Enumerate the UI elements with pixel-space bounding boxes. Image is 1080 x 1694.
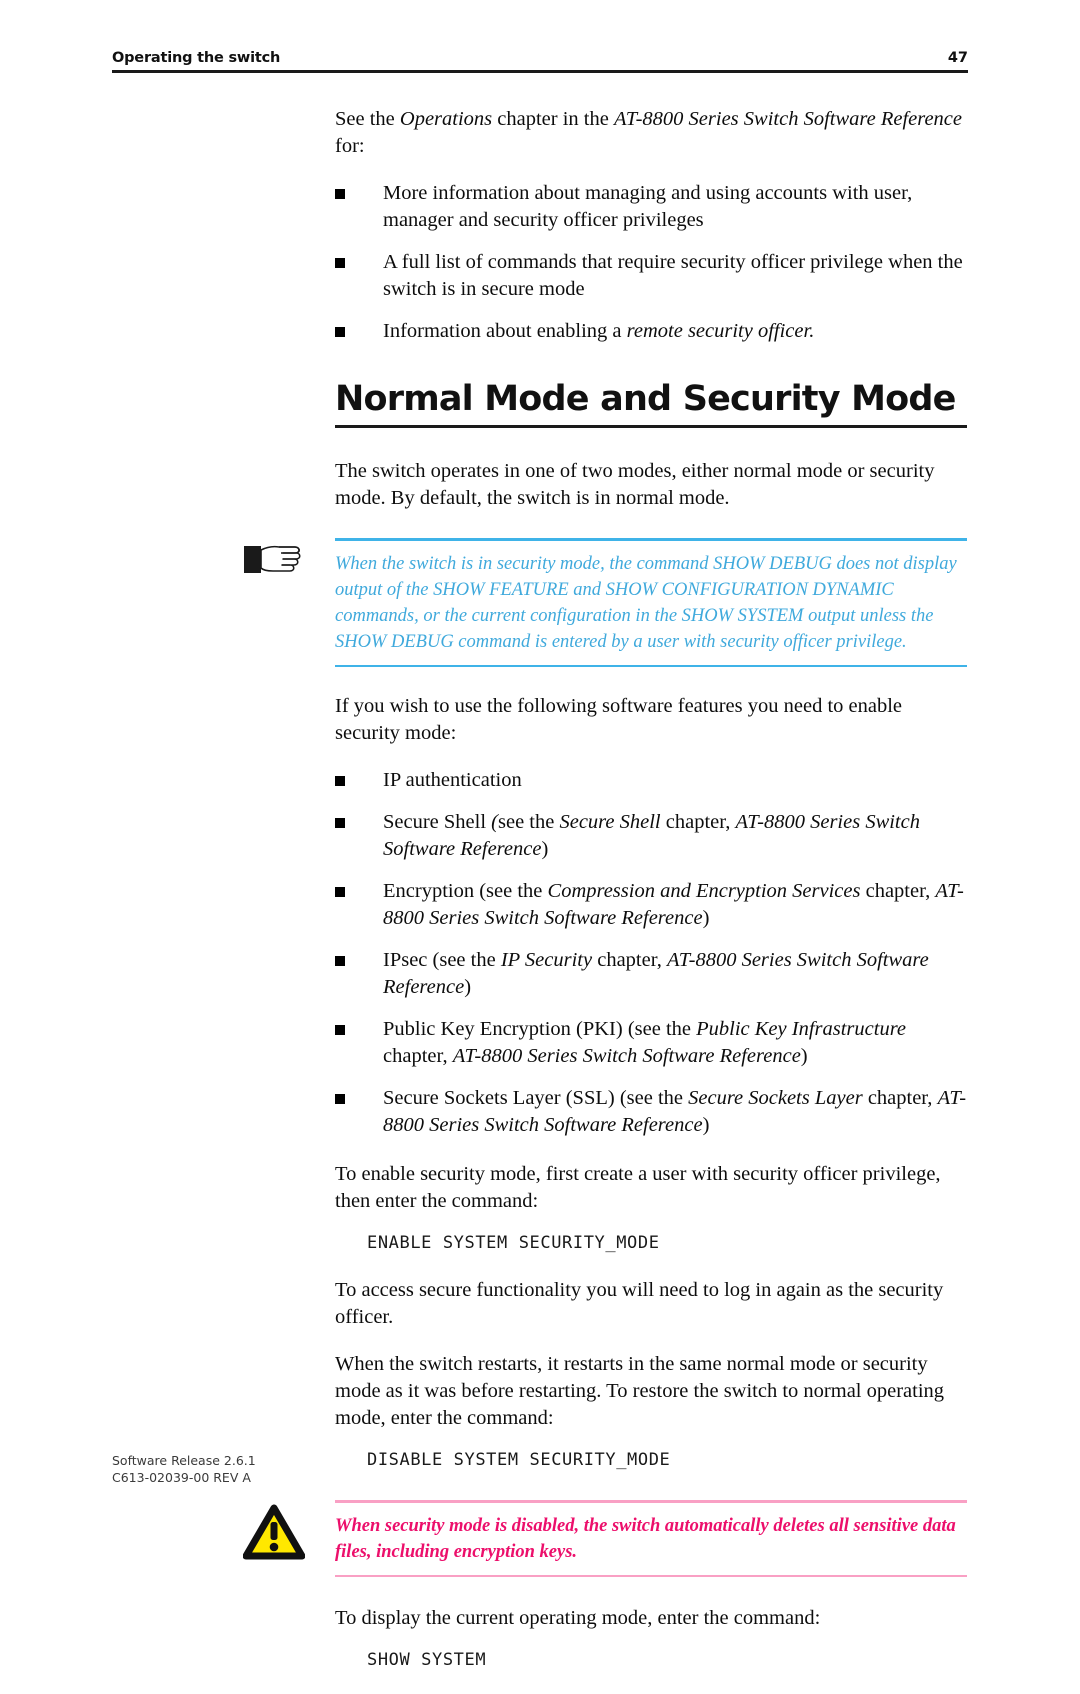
note-rule-bottom <box>335 664 967 667</box>
running-header: Operating the switch 47 <box>112 50 968 73</box>
list-item-text: Public Key Encryption (PKI) (see the Pub… <box>383 1018 907 1067</box>
list-item: IP authentication <box>335 767 967 794</box>
list-item: Secure Sockets Layer (SSL) (see the Secu… <box>335 1085 967 1139</box>
footer-release: Software Release 2.6.1 <box>112 1453 256 1468</box>
square-bullet-icon <box>335 1025 345 1035</box>
list-item-text: IP authentication <box>383 769 522 791</box>
list-item-text: Secure Shell (see the Secure Shell chapt… <box>383 811 920 860</box>
section-heading-block: Normal Mode and Security Mode <box>335 379 967 428</box>
square-bullet-icon <box>335 956 345 966</box>
square-bullet-icon <box>335 887 345 897</box>
features-bullet-list: IP authentication Secure Shell (see the … <box>335 767 967 1139</box>
intro-bullet-list: More information about managing and usin… <box>335 180 967 345</box>
display-paragraph: To display the current operating mode, e… <box>335 1607 821 1629</box>
list-item-text: Encryption (see the Compression and Encr… <box>383 880 964 929</box>
enable-paragraph: To enable security mode, first create a … <box>335 1163 941 1212</box>
enable-after-paragraph: To access secure functionality you will … <box>335 1279 944 1328</box>
page-title: Normal Mode and Security Mode <box>335 379 956 419</box>
list-item-text: Information about enabling a remote secu… <box>383 320 815 342</box>
list-item: IPsec (see the IP Security chapter, AT-8… <box>335 947 967 1001</box>
list-item: Information about enabling a remote secu… <box>335 318 967 345</box>
enable-command-text: ENABLE SYSTEM SECURITY_MODE <box>367 1233 660 1253</box>
warning-triangle-icon <box>242 1504 306 1565</box>
square-bullet-icon <box>335 189 345 199</box>
intro-lead-paragraph: See the Operations chapter in the AT-880… <box>335 108 963 157</box>
footer-doc-id: C613-02039-00 REV A <box>112 1470 251 1485</box>
heading-rule <box>335 425 967 428</box>
list-item: A full list of commands that require sec… <box>335 249 967 303</box>
list-item: More information about managing and usin… <box>335 180 967 234</box>
square-bullet-icon <box>335 258 345 268</box>
list-item-text: A full list of commands that require sec… <box>383 251 963 300</box>
note-body: When the switch is in security mode, the… <box>335 541 967 665</box>
show-system-command-text: SHOW SYSTEM <box>367 1650 487 1670</box>
list-item-text: IPsec (see the IP Security chapter, AT-8… <box>383 949 929 998</box>
list-item-text: Secure Sockets Layer (SSL) (see the Secu… <box>383 1087 967 1136</box>
page-number: 47 <box>947 50 968 66</box>
disable-command-text: DISABLE SYSTEM SECURITY_MODE <box>367 1450 671 1470</box>
content-column: See the Operations chapter in the AT-880… <box>242 106 967 1694</box>
warning-admonition: When security mode is disabled, the swit… <box>242 1500 967 1577</box>
features-lead-paragraph: If you wish to use the following softwar… <box>335 695 903 744</box>
list-item: Secure Shell (see the Secure Shell chapt… <box>335 809 967 863</box>
square-bullet-icon <box>335 776 345 786</box>
warning-text: When security mode is disabled, the swit… <box>335 1515 956 1562</box>
list-item-text: More information about managing and usin… <box>383 182 913 231</box>
square-bullet-icon <box>335 818 345 828</box>
restart-paragraph: When the switch restarts, it restarts in… <box>335 1353 945 1429</box>
warning-body: When security mode is disabled, the swit… <box>335 1503 967 1575</box>
note-admonition: When the switch is in security mode, the… <box>244 538 967 667</box>
section-intro-paragraph: The switch operates in one of two modes,… <box>335 460 935 509</box>
square-bullet-icon <box>335 327 345 337</box>
warning-rule-bottom <box>335 1574 967 1577</box>
running-header-title: Operating the switch <box>112 50 281 66</box>
note-text: When the switch is in security mode, the… <box>335 553 957 652</box>
square-bullet-icon <box>335 1094 345 1104</box>
list-item: Public Key Encryption (PKI) (see the Pub… <box>335 1016 967 1070</box>
document-page: Operating the switch 47 See the Operatio… <box>0 0 1080 1670</box>
pointing-hand-icon <box>243 540 305 585</box>
page-footer: Software Release 2.6.1 C613-02039-00 REV… <box>112 1452 256 1486</box>
list-item: Encryption (see the Compression and Encr… <box>335 878 967 932</box>
